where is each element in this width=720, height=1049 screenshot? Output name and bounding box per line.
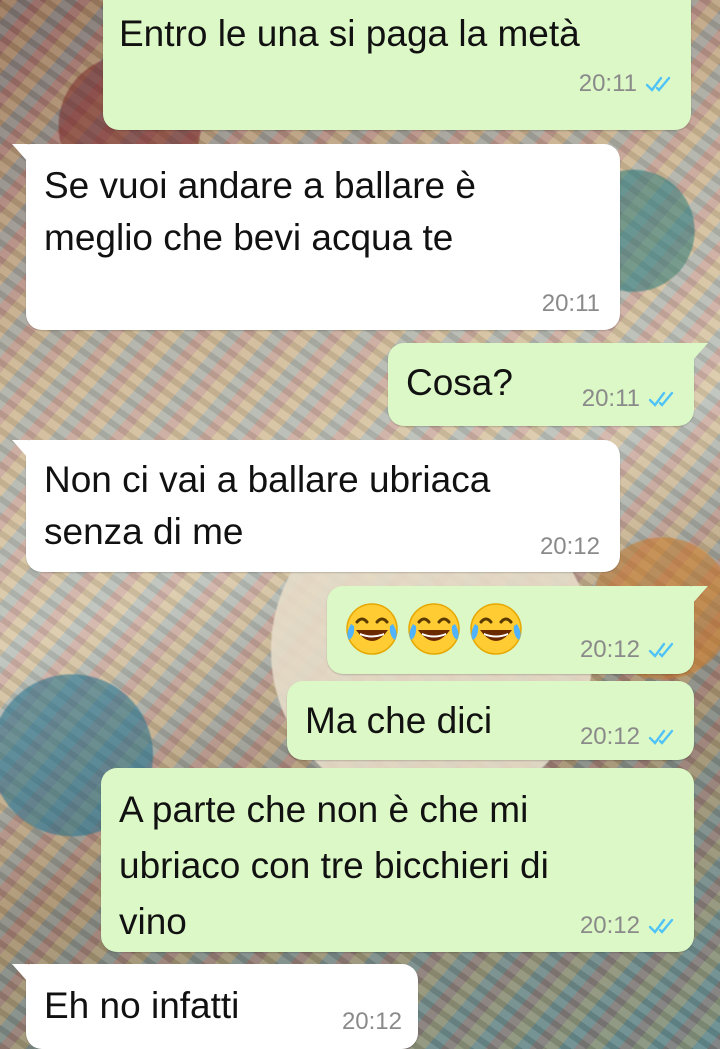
double-check-icon <box>648 391 674 407</box>
emoji-message <box>343 600 525 658</box>
message-bubble-outgoing[interactable]: Cosa? 20:11 <box>388 343 708 426</box>
message-text: Se vuoi andare a ballare è meglio che be… <box>44 165 476 258</box>
message-meta: 20:12 <box>580 638 680 662</box>
bubble-tail <box>12 144 28 162</box>
message-text: Cosa? <box>406 362 513 403</box>
message-bubble-outgoing[interactable]: A parte che non è che mi ubriaco con tre… <box>101 768 694 952</box>
message-bubble-incoming[interactable]: Eh no infatti 20:12 <box>12 964 418 1049</box>
message-meta: 20:12 <box>540 535 600 559</box>
message-time: 20:12 <box>579 636 640 663</box>
message-meta: 20:11 <box>582 387 680 411</box>
bubble-tail <box>12 440 28 458</box>
message-time: 20:11 <box>541 290 600 317</box>
message-text: Entro le una si paga la metà <box>119 13 580 54</box>
bubble-tail <box>692 586 708 604</box>
message-time: 20:12 <box>539 533 600 560</box>
message-bubble-outgoing[interactable]: Entro le una si paga la metà 20:11 <box>103 0 691 130</box>
message-meta: 20:12 <box>580 725 680 749</box>
face-with-tears-of-joy-icon <box>408 603 460 655</box>
message-meta: 20:11 <box>542 292 600 316</box>
bubble-tail <box>692 343 708 361</box>
message-text: Non ci vai a ballare ubriaca senza di me <box>44 459 491 552</box>
message-bubble-outgoing[interactable]: Ma che dici 20:12 <box>287 681 694 760</box>
message-time: 20:11 <box>578 70 637 97</box>
message-time: 20:12 <box>579 723 640 750</box>
double-check-icon <box>648 729 674 745</box>
double-check-icon <box>648 642 674 658</box>
message-meta: 20:12 <box>342 1010 402 1034</box>
message-text: Eh no infatti <box>44 985 240 1026</box>
double-check-icon <box>648 918 674 934</box>
face-with-tears-of-joy-icon <box>470 603 522 655</box>
message-text: Ma che dici <box>305 700 493 741</box>
bubble-tail <box>12 964 28 982</box>
message-bubble-incoming[interactable]: Se vuoi andare a ballare è meglio che be… <box>12 144 620 330</box>
message-meta: 20:11 <box>579 72 677 96</box>
message-bubble-incoming[interactable]: Non ci vai a ballare ubriaca senza di me… <box>12 440 620 572</box>
message-bubble-outgoing[interactable]: 20:12 <box>327 586 708 674</box>
message-time: 20:12 <box>341 1008 402 1035</box>
message-text: A parte che non è che mi ubriaco con tre… <box>119 789 549 942</box>
message-meta: 20:12 <box>580 914 680 938</box>
message-time: 20:12 <box>579 912 640 939</box>
double-check-icon <box>645 76 671 92</box>
message-time: 20:11 <box>581 385 640 412</box>
face-with-tears-of-joy-icon <box>346 603 398 655</box>
